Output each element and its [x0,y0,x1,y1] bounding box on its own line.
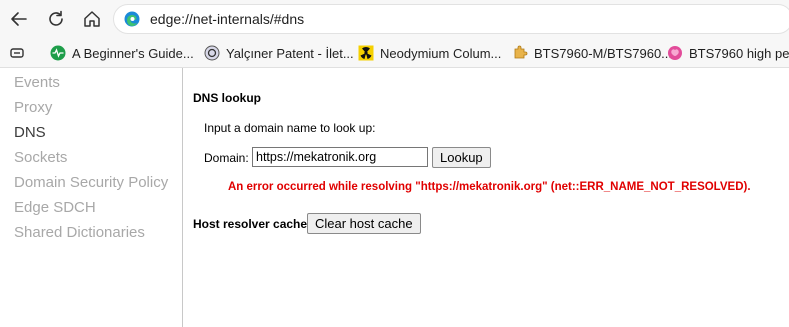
bookmark-item[interactable]: Yalçıner Patent - İlet... [204,44,354,62]
collections-icon [10,48,24,58]
bookmark-item[interactable]: A Beginner's Guide... [50,44,194,62]
patent-logo-icon [204,45,220,61]
error-message: An error occurred while resolving "https… [228,181,751,193]
sidebar-item-dns[interactable]: DNS [14,124,46,141]
radiation-icon [358,45,374,61]
refresh-button[interactable] [43,6,69,32]
bookmark-label: Yalçıner Patent - İlet... [226,45,354,61]
brain-icon [668,46,682,60]
puzzle-icon [514,45,528,59]
sidebar-item-events[interactable]: Events [14,74,60,91]
sidebar-item-proxy[interactable]: Proxy [14,99,52,116]
home-button[interactable] [79,6,105,32]
sidebar: Events Proxy DNS Sockets Domain Security… [0,68,183,327]
arrow-left-icon [11,12,27,26]
sidebar-item-domain-security-policy[interactable]: Domain Security Policy [14,174,168,191]
bookmark-label: BTS7960 high perfo [689,45,789,61]
refresh-icon [49,10,63,26]
domain-input[interactable] [252,147,428,167]
sidebar-item-shared-dictionaries[interactable]: Shared Dictionaries [14,224,145,241]
host-resolver-cache-label: Host resolver cache [193,217,308,231]
bookmarks-bar: A Beginner's Guide... Yalçıner Patent - … [0,38,789,68]
sidebar-item-edge-sdch[interactable]: Edge SDCH [14,199,96,216]
lookup-prompt: Input a domain name to look up: [204,121,376,135]
collections-button[interactable] [9,44,31,62]
dns-lookup-heading: DNS lookup [193,91,261,105]
bookmark-item[interactable]: Neodymium Colum... [358,44,501,62]
lookup-button[interactable]: Lookup [432,147,491,168]
bookmark-label: Neodymium Colum... [380,45,502,61]
main-content: DNS lookup Input a domain name to look u… [184,68,789,327]
edge-logo-icon [124,11,140,27]
sidebar-item-sockets[interactable]: Sockets [14,149,67,166]
domain-label: Domain: [204,151,249,165]
clear-host-cache-button[interactable]: Clear host cache [307,213,421,234]
back-button[interactable] [6,6,32,32]
bookmark-label: BTS7960-M/BTS7960... [534,45,673,61]
bookmark-item[interactable]: BTS7960 high perfo [667,44,789,62]
bookmark-label: A Beginner's Guide... [72,45,194,61]
address-bar[interactable]: edge://net-internals/#dns [113,4,789,34]
url-text: edge://net-internals/#dns [150,11,305,27]
bookmark-item[interactable]: BTS7960-M/BTS7960... [512,44,672,62]
home-icon [84,11,100,27]
browser-toolbar: edge://net-internals/#dns [0,0,789,38]
waveform-icon [50,45,66,61]
